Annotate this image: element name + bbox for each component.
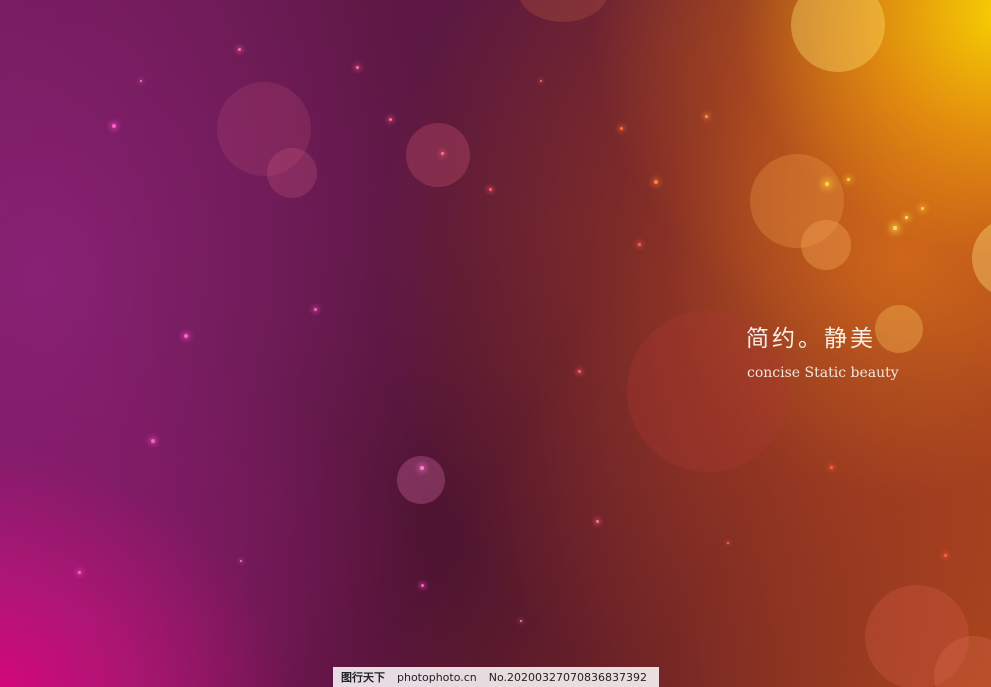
bokeh-circle: [972, 218, 991, 298]
sparkle: [356, 66, 359, 69]
bokeh-circle: [865, 585, 969, 687]
headline-text: 简约。静美: [746, 326, 876, 352]
sparkle: [140, 80, 142, 82]
watermark-number: No.20200327070836837392: [488, 670, 648, 684]
gradient-background: 简约。静美 concise Static beauty 图行天下 photoph…: [0, 0, 991, 687]
watermark-logo: 图行天下: [341, 671, 385, 684]
sparkle: [825, 182, 829, 186]
sparkle: [830, 466, 833, 469]
bokeh-circle: [267, 148, 317, 198]
sparkle: [112, 124, 116, 128]
sparkle: [654, 180, 658, 184]
sparkle: [705, 115, 708, 118]
subtitle-text: concise Static beauty: [747, 365, 899, 381]
sparkle: [420, 466, 424, 470]
sparkle: [421, 584, 424, 587]
sparkle: [240, 560, 242, 562]
sparkle: [489, 188, 492, 191]
watermark-bar: 图行天下 photophoto.cn No.202003270708368373…: [333, 667, 659, 687]
sparkle: [314, 308, 317, 311]
bokeh-circle: [750, 154, 844, 248]
sparkle: [596, 520, 599, 523]
bokeh-circle: [397, 456, 445, 504]
sparkle: [921, 207, 924, 210]
sparkle: [151, 439, 155, 443]
sparkle: [893, 226, 897, 230]
sparkle: [540, 80, 542, 82]
bokeh-circle: [406, 123, 470, 187]
bokeh-circle: [217, 82, 311, 176]
sparkle: [944, 554, 947, 557]
sparkle: [441, 152, 444, 155]
sparkle: [727, 542, 729, 544]
sparkle: [578, 370, 581, 373]
bokeh-circle: [801, 220, 851, 270]
sparkle: [905, 216, 908, 219]
bokeh-circle: [934, 636, 991, 687]
sparkle: [78, 571, 81, 574]
sparkle: [184, 334, 188, 338]
sparkle: [638, 243, 641, 246]
sparkle: [847, 178, 850, 181]
bokeh-circle: [791, 0, 885, 72]
sparkle: [238, 48, 241, 51]
bokeh-circle: [518, 0, 608, 22]
sparkle: [389, 118, 392, 121]
watermark-site: photophoto.cn: [397, 670, 477, 684]
sparkle: [520, 620, 522, 622]
sparkle: [620, 127, 623, 130]
bokeh-circle: [875, 305, 923, 353]
